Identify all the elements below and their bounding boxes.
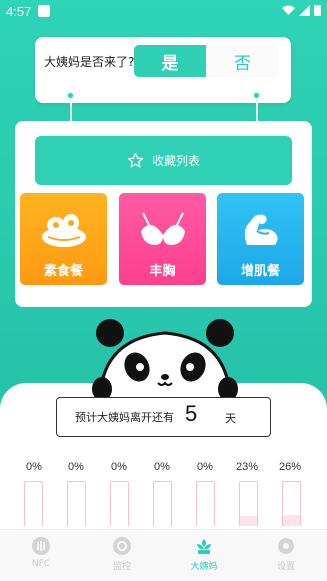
gear-icon	[278, 538, 294, 554]
nav-item-settings[interactable]: 设置	[256, 536, 316, 572]
panda-illustration	[92, 319, 238, 407]
day-bar	[282, 481, 301, 526]
status-bar: 4:57	[0, 0, 327, 24]
monitor-icon	[113, 537, 131, 555]
status-icons	[282, 4, 321, 16]
flower-icon	[197, 539, 211, 554]
nav-item-nfc[interactable]: NFC	[11, 536, 71, 569]
day-percent: 0%	[154, 461, 170, 473]
countdown-unit: 天	[225, 412, 236, 425]
day-bar-fill	[283, 514, 300, 526]
day-percent: 23%	[236, 461, 259, 473]
connector-dot	[66, 91, 75, 100]
main-card: 收藏列表 素食餐 丰胸 增肌餐	[15, 121, 312, 307]
nav-label: 大姨妈	[190, 562, 218, 572]
tile-label: 素食餐	[43, 264, 83, 279]
day-bar	[239, 481, 258, 526]
day-bar	[196, 481, 215, 526]
signal-icon	[299, 4, 310, 16]
bra-icon	[140, 212, 185, 245]
nav-label: 设置	[276, 562, 295, 572]
period-question-label: 大姨妈是否来了?	[44, 55, 135, 69]
day-percent: 0%	[26, 461, 42, 473]
tile-breast[interactable]: 丰胸	[119, 193, 206, 285]
tile-label: 增肌餐	[240, 264, 280, 279]
wifi-icon	[282, 5, 295, 15]
nav-label: NFC	[31, 559, 51, 569]
favorites-button[interactable]: 收藏列表	[35, 136, 292, 185]
day-percent: 0%	[68, 461, 84, 473]
no-button[interactable]: 否	[206, 45, 279, 77]
day-bar	[153, 481, 172, 526]
yes-no-toggle: 是 否	[134, 45, 279, 77]
nfc-icon	[32, 537, 50, 555]
connector-dot	[252, 91, 261, 100]
battery-icon	[314, 5, 321, 16]
muscle-arm-icon	[244, 214, 278, 245]
yes-button[interactable]: 是	[134, 45, 206, 77]
countdown-prefix: 预计大姨妈离开还有	[75, 411, 174, 424]
day-bar	[24, 481, 43, 526]
status-time: 4:57	[6, 4, 32, 19]
day-bar	[67, 481, 86, 526]
day-percent: 0%	[111, 461, 127, 473]
nav-item-period[interactable]: 大姨妈	[174, 536, 234, 572]
star-icon	[127, 152, 144, 168]
tile-vegetarian-meal[interactable]: 素食餐	[20, 193, 107, 285]
favorites-label: 收藏列表	[151, 154, 200, 168]
countdown-box: 预计大姨妈离开还有 5 天	[56, 397, 271, 437]
day-bar	[110, 481, 129, 526]
countdown-value: 5	[185, 401, 198, 426]
nav-label: 监控	[112, 562, 131, 572]
day-percent: 0%	[197, 461, 213, 473]
day-bar-fill	[240, 515, 257, 526]
notification-icon	[38, 5, 50, 17]
tile-label: 丰胸	[149, 264, 176, 279]
bottom-nav: NFC 监控 大姨妈 设置	[0, 529, 327, 581]
nav-item-monitor[interactable]: 监控	[92, 536, 152, 572]
day-percent: 26%	[279, 461, 302, 473]
food-icon	[41, 214, 86, 247]
tile-muscle-meal[interactable]: 增肌餐	[217, 193, 304, 285]
